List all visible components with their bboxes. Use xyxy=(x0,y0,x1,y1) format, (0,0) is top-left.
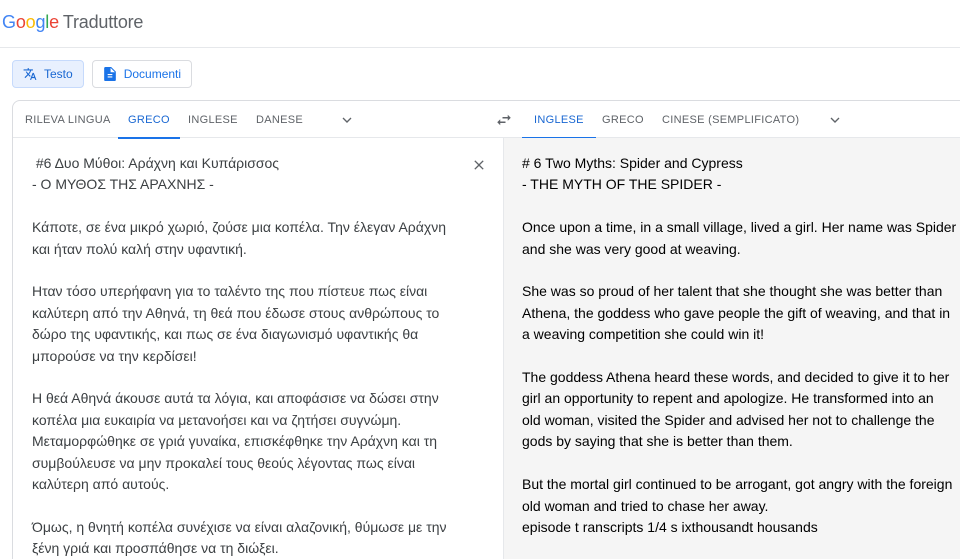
tab-target-chinese-simplified[interactable]: CINESE (SEMPLIFICATO) xyxy=(662,101,799,138)
logo-letter-3: o xyxy=(25,12,36,32)
chevron-down-icon[interactable] xyxy=(339,112,355,128)
logo-letter-2: o xyxy=(15,12,26,32)
tab-source-danish[interactable]: DANESE xyxy=(256,101,303,138)
app-name: Traduttore xyxy=(62,12,144,32)
mode-switcher: Testo Documenti xyxy=(12,60,193,88)
chevron-down-icon[interactable] xyxy=(827,112,843,128)
documents-mode-label: Documenti xyxy=(123,67,182,81)
source-text[interactable]: #6 Δυο Μύθοι: Αράχνη και Κυπάρισσος - Ο … xyxy=(32,153,462,559)
google-translate-logo[interactable]: G o o g l e Traduttore xyxy=(2,12,143,33)
close-icon[interactable] xyxy=(471,157,487,173)
language-bar: RILEVA LINGUA GRECO INGLESE DANESE INGLE… xyxy=(13,101,960,139)
tab-target-greek[interactable]: GRECO xyxy=(602,101,644,138)
app-header: G o o g l e Traduttore xyxy=(0,0,960,48)
tab-target-english[interactable]: INGLESE xyxy=(522,101,596,139)
translation-panel: RILEVA LINGUA GRECO INGLESE DANESE INGLE… xyxy=(12,100,960,559)
swap-arrows-icon[interactable] xyxy=(495,111,513,129)
translated-text: # 6 Two Myths: Spider and Cypress - THE … xyxy=(522,155,957,535)
logo-letter-6: e xyxy=(49,12,59,32)
documents-mode-button[interactable]: Documenti xyxy=(91,60,193,88)
tab-source-greek[interactable]: GRECO xyxy=(118,101,180,139)
translate-icon xyxy=(23,67,37,81)
translation-output-area: # 6 Two Myths: Spider and Cypress - THE … xyxy=(504,138,960,559)
text-mode-label: Testo xyxy=(44,67,73,81)
tab-detect-language[interactable]: RILEVA LINGUA xyxy=(25,101,111,138)
document-icon xyxy=(103,67,117,81)
logo-letter-1: G xyxy=(2,12,16,32)
tab-source-english[interactable]: INGLESE xyxy=(188,101,238,138)
logo-letter-4: g xyxy=(35,12,46,32)
text-mode-button[interactable]: Testo xyxy=(12,60,84,88)
source-text-area[interactable]: #6 Δυο Μύθοι: Αράχνη και Κυπάρισσος - Ο … xyxy=(13,138,503,559)
